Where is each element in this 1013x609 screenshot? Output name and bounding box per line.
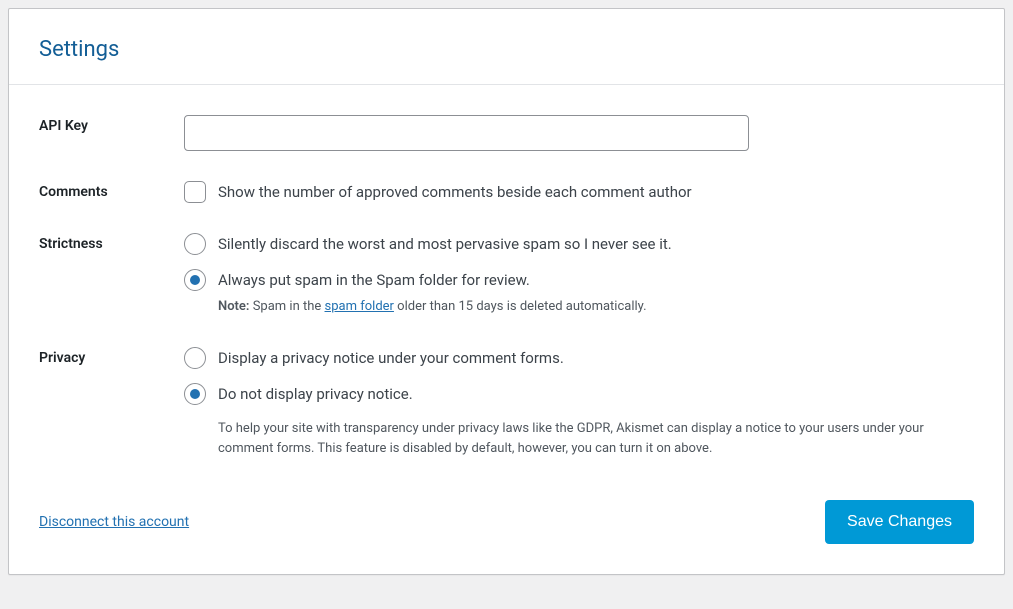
privacy-option-display: Display a privacy notice under your comm… <box>184 347 974 369</box>
save-changes-button[interactable]: Save Changes <box>825 500 974 544</box>
privacy-radio-display[interactable] <box>184 347 206 369</box>
spam-folder-link[interactable]: spam folder <box>325 299 394 314</box>
comments-checkbox[interactable] <box>184 181 206 203</box>
strictness-option-folder: Always put spam in the Spam folder for r… <box>184 269 974 317</box>
settings-body: API Key Comments Show the number of appr… <box>9 85 1004 500</box>
strictness-radio-folder[interactable] <box>184 269 206 291</box>
strictness-radio-folder-label: Always put spam in the Spam folder for r… <box>218 271 530 289</box>
privacy-radio-display-label: Display a privacy notice under your comm… <box>218 347 564 369</box>
privacy-radio-hide[interactable] <box>184 383 206 405</box>
privacy-help-text: To help your site with transparency unde… <box>218 419 958 461</box>
privacy-radio-hide-label: Do not display privacy notice. <box>218 383 413 405</box>
row-strictness: Strictness Silently discard the worst an… <box>39 233 974 317</box>
row-api-key: API Key <box>39 115 974 151</box>
row-privacy: Privacy Display a privacy notice under y… <box>39 347 974 461</box>
strictness-radio-discard[interactable] <box>184 233 206 255</box>
comments-label: Comments <box>39 181 184 200</box>
row-comments: Comments Show the number of approved com… <box>39 181 974 203</box>
strictness-radio-discard-label: Silently discard the worst and most perv… <box>218 233 672 255</box>
privacy-label: Privacy <box>39 347 184 366</box>
disconnect-account-link[interactable]: Disconnect this account <box>39 514 189 530</box>
strictness-option-discard: Silently discard the worst and most perv… <box>184 233 974 255</box>
api-key-label: API Key <box>39 115 184 134</box>
comments-checkbox-label: Show the number of approved comments bes… <box>218 181 692 203</box>
comments-option: Show the number of approved comments bes… <box>184 181 974 203</box>
settings-header: Settings <box>9 9 1004 85</box>
privacy-option-hide: Do not display privacy notice. <box>184 383 974 405</box>
settings-card: Settings API Key Comments Show the numbe… <box>8 8 1005 575</box>
strictness-label: Strictness <box>39 233 184 252</box>
settings-footer: Disconnect this account Save Changes <box>9 500 1004 574</box>
page-title: Settings <box>39 37 974 62</box>
strictness-note: Note: Spam in the spam folder older than… <box>218 297 647 317</box>
api-key-input[interactable] <box>184 115 749 151</box>
